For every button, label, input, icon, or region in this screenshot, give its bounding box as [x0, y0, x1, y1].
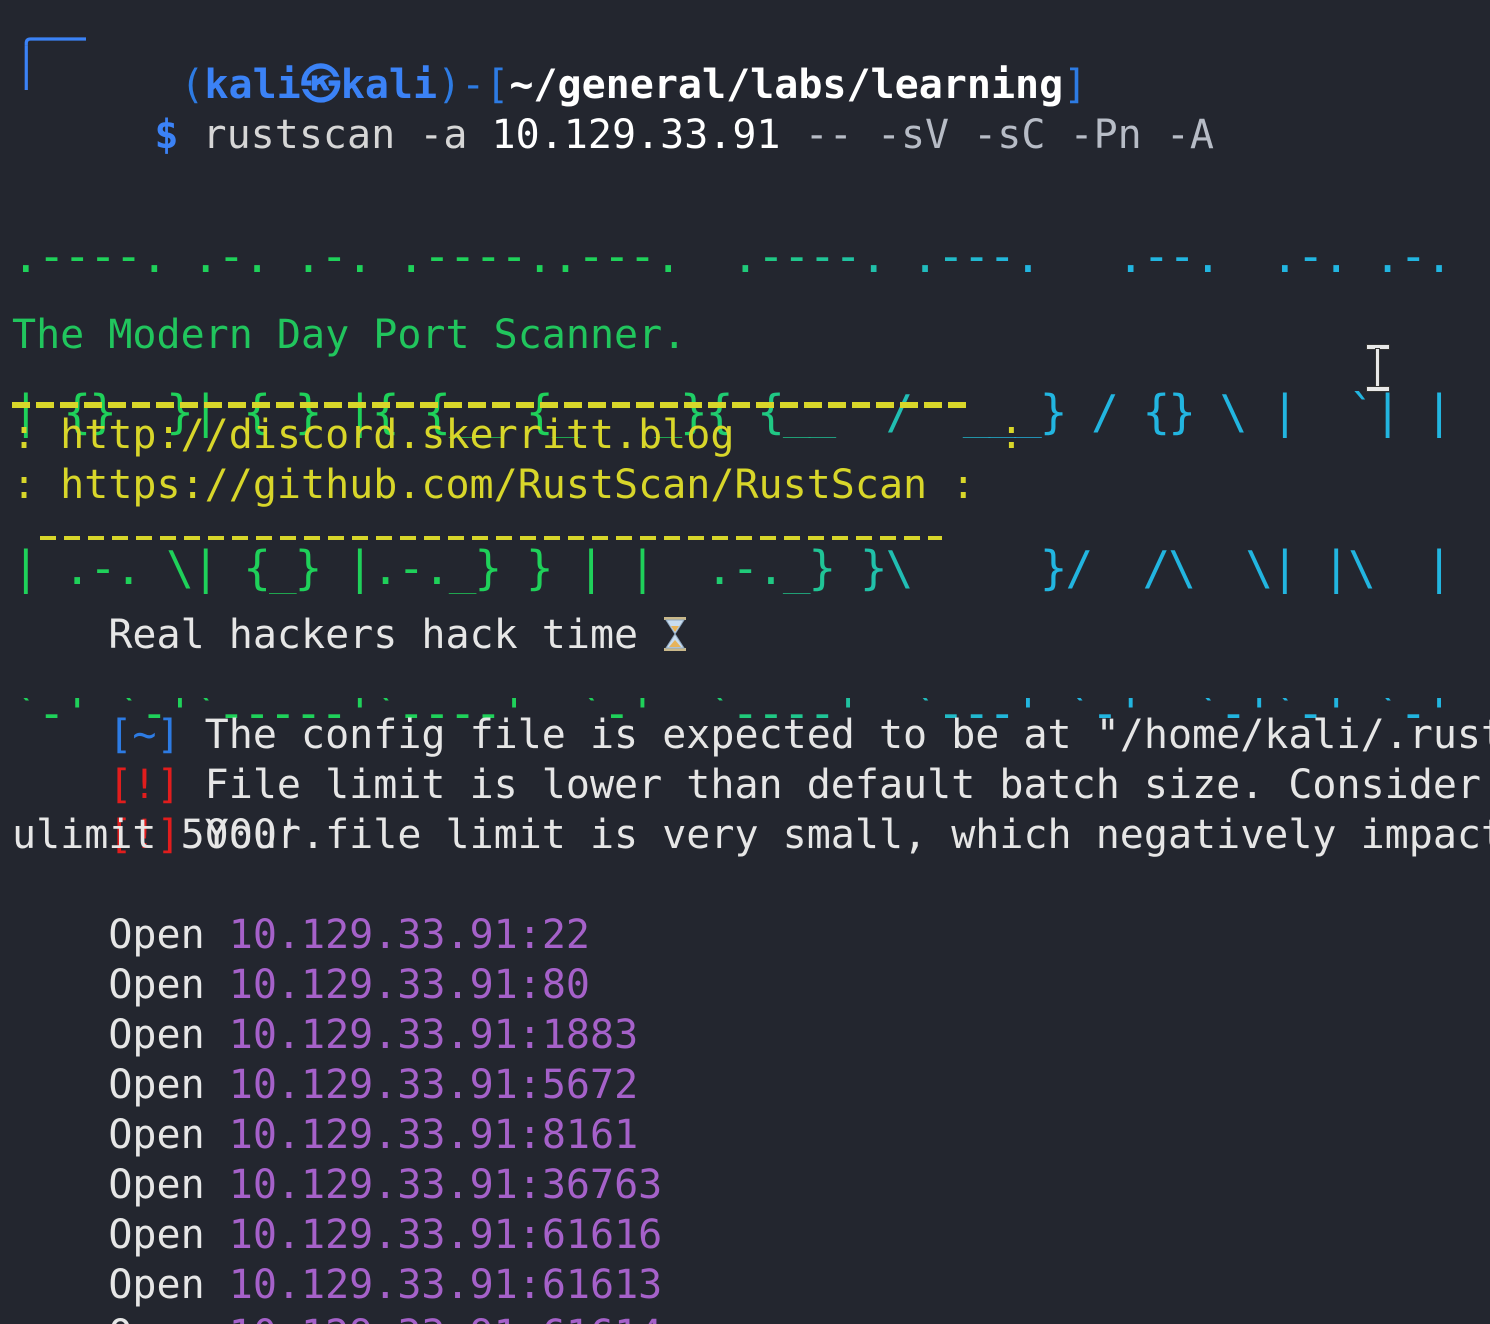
open-port-row: Open 10.129.33.91:61614	[12, 1260, 662, 1324]
links-box-bottom-border	[40, 536, 942, 540]
open-port-row: Open 10.129.33.91:1883	[12, 960, 638, 1058]
command-line[interactable]: $ rustscan -a 10.129.33.91 -- -sV -sC -P…	[58, 60, 1214, 158]
message-config: [~] The config file is expected to be at…	[12, 660, 1490, 758]
terminal-window[interactable]: (kali㉿kali)-[~/general/labs/learning] $ …	[0, 0, 1490, 1324]
links-box-top-border	[12, 402, 967, 408]
message-text: Your file limit is very small, which neg…	[180, 812, 1490, 858]
message-small-limit: [!] Your file limit is very small, which…	[12, 760, 1490, 858]
github-link[interactable]: : https://github.com/RustScan/RustScan :	[12, 460, 975, 510]
tagline: The Modern Day Port Scanner.	[12, 312, 687, 358]
prompt-header: (kali㉿kali)-[~/general/labs/learning]	[180, 62, 1088, 108]
hourglass-icon	[664, 617, 687, 651]
quote-text: Real hackers hack time	[108, 612, 639, 658]
banner-row-1: .----. .-. .-. .----..---. .----. .---. …	[12, 229, 1453, 283]
discord-link[interactable]: : http://discord.skerritt.blog :	[12, 410, 1023, 460]
open-port-row: Open 10.129.33.91:36763	[12, 1110, 662, 1208]
open-port-row: Open 10.129.33.91:61616	[12, 1160, 662, 1258]
open-port-row: Open 10.129.33.91:5672	[12, 1010, 638, 1108]
message-file-limit: [!] File limit is lower than default bat…	[12, 710, 1490, 808]
quote-line: Real hackers hack time	[12, 560, 688, 658]
open-port-row: Open 10.129.33.91:22	[12, 860, 590, 958]
open-port-row: Open 10.129.33.91:61613	[12, 1210, 662, 1308]
open-port-address: 10.129.33.91:61614	[229, 1312, 662, 1324]
text-cursor-icon	[1366, 344, 1390, 392]
message-wrap-line: ulimit 5000'.	[12, 812, 326, 858]
open-label: Open	[108, 1312, 204, 1324]
open-port-row: Open 10.129.33.91:80	[12, 910, 590, 1008]
open-port-row: Open 10.129.33.91:8161	[12, 1060, 638, 1158]
